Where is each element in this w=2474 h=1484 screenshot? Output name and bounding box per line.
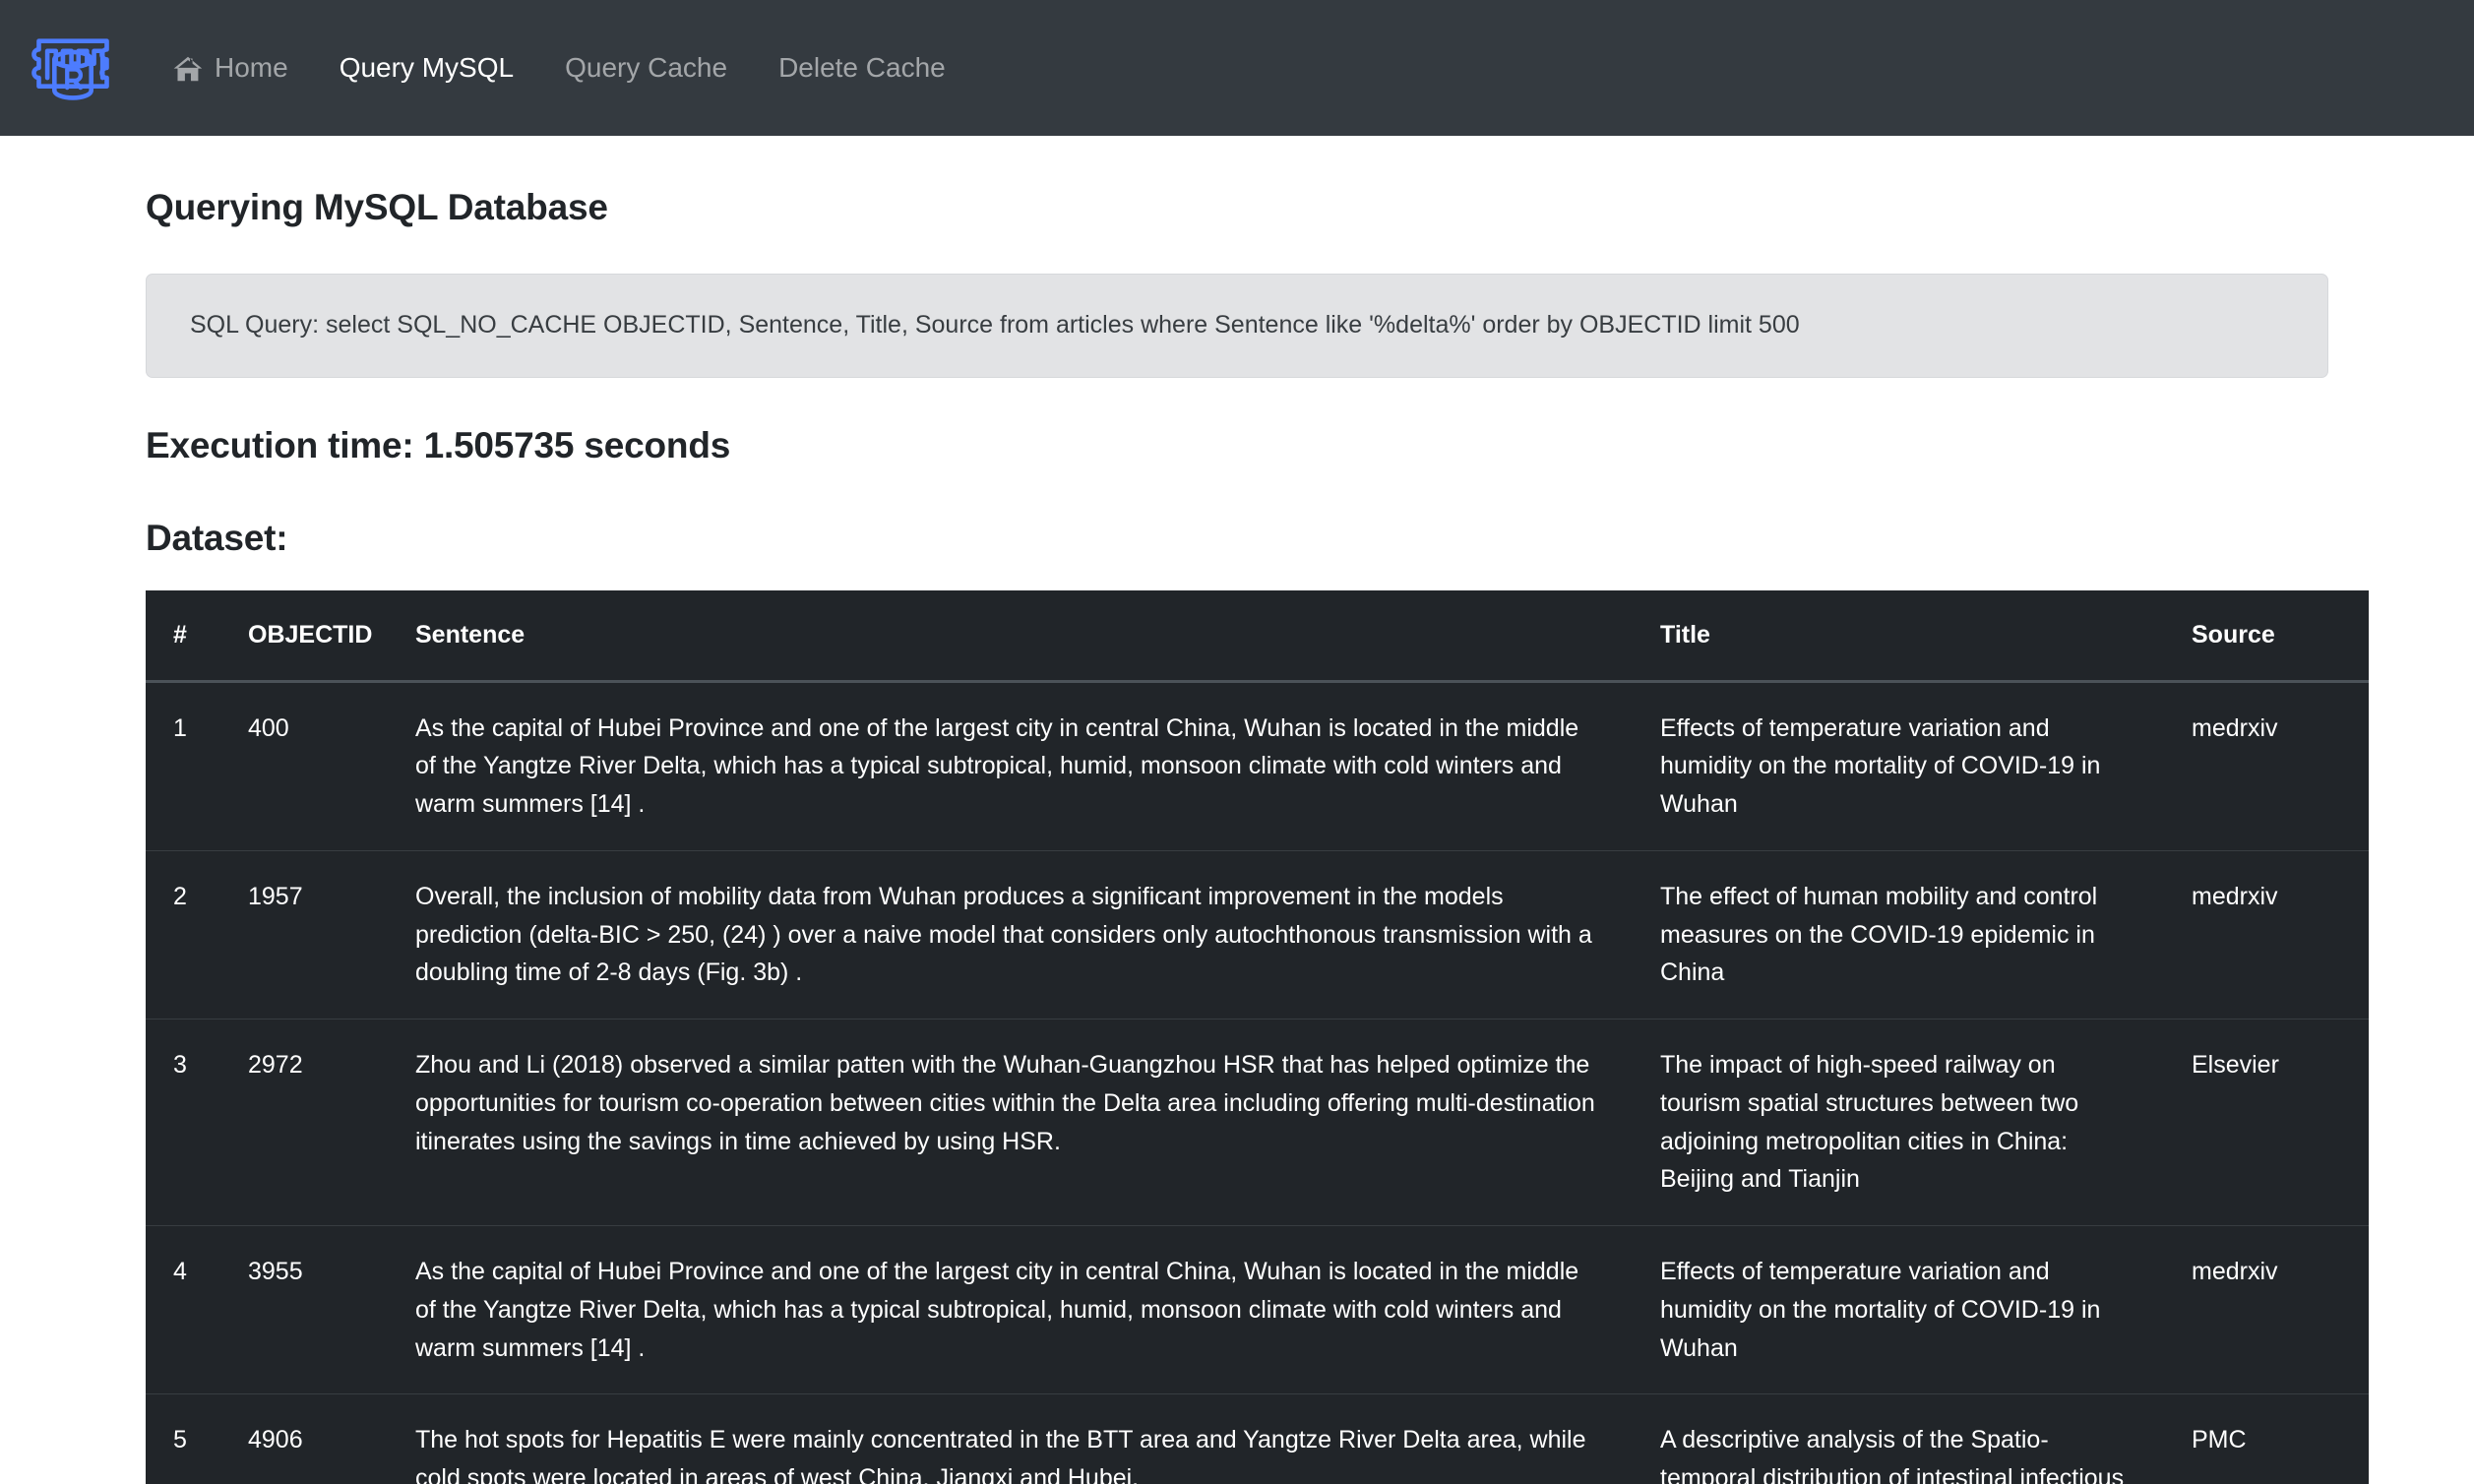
cell-index: 5 <box>146 1394 248 1484</box>
cell-objectid: 2972 <box>248 1020 415 1226</box>
navbar-links: Home Query MySQL Query Cache Delete Cach… <box>148 44 971 92</box>
column-header-sentence: Sentence <box>415 590 1660 682</box>
dataset-table-body: 1 400 As the capital of Hubei Province a… <box>146 681 2369 1484</box>
redis-cache-database-logo-icon <box>28 23 118 113</box>
nav-link-delete-cache[interactable]: Delete Cache <box>753 44 971 92</box>
cell-title: The effect of human mobility and control… <box>1660 850 2192 1019</box>
nav-link-query-mysql-label: Query MySQL <box>340 54 514 82</box>
nav-link-query-cache[interactable]: Query Cache <box>539 44 753 92</box>
cell-title: A descriptive analysis of the Spatio-tem… <box>1660 1394 2192 1484</box>
dataset-table-head: # OBJECTID Sentence Title Source <box>146 590 2369 682</box>
execution-time-heading: Execution time: 1.505735 seconds <box>146 378 2474 466</box>
table-row: 1 400 As the capital of Hubei Province a… <box>146 681 2369 850</box>
cell-objectid: 3955 <box>248 1226 415 1394</box>
page-container: Querying MySQL Database SQL Query: selec… <box>0 136 2474 1484</box>
cell-source: Elsevier <box>2192 1020 2369 1226</box>
cell-title: Effects of temperature variation and hum… <box>1660 681 2192 850</box>
cell-index: 4 <box>146 1226 248 1394</box>
dataset-heading: Dataset: <box>146 466 2474 559</box>
sql-query-alert: SQL Query: select SQL_NO_CACHE OBJECTID,… <box>146 274 2328 378</box>
cell-index: 3 <box>146 1020 248 1226</box>
cell-objectid: 4906 <box>248 1394 415 1484</box>
cell-sentence: The hot spots for Hepatitis E were mainl… <box>415 1394 1660 1484</box>
column-header-title: Title <box>1660 590 2192 682</box>
page-title: Querying MySQL Database <box>146 136 2474 228</box>
column-header-objectid: OBJECTID <box>248 590 415 682</box>
cell-index: 1 <box>146 681 248 850</box>
table-row: 2 1957 Overall, the inclusion of mobilit… <box>146 850 2369 1019</box>
cell-sentence: As the capital of Hubei Province and one… <box>415 1226 1660 1394</box>
nav-link-query-mysql[interactable]: Query MySQL <box>314 44 539 92</box>
cell-index: 2 <box>146 850 248 1019</box>
cell-objectid: 1957 <box>248 850 415 1019</box>
cell-source: PMC <box>2192 1394 2369 1484</box>
nav-link-query-cache-label: Query Cache <box>565 54 727 82</box>
table-header-row: # OBJECTID Sentence Title Source <box>146 590 2369 682</box>
cell-source: medrxiv <box>2192 1226 2369 1394</box>
cell-source: medrxiv <box>2192 850 2369 1019</box>
nav-link-delete-cache-label: Delete Cache <box>778 54 946 82</box>
cell-objectid: 400 <box>248 681 415 850</box>
nav-link-home-label: Home <box>215 54 288 82</box>
table-row: 3 2972 Zhou and Li (2018) observed a sim… <box>146 1020 2369 1226</box>
cell-title: The impact of high-speed railway on tour… <box>1660 1020 2192 1226</box>
dataset-table-wrapper: # OBJECTID Sentence Title Source 1 400 A… <box>146 590 2328 1484</box>
cell-sentence: As the capital of Hubei Province and one… <box>415 681 1660 850</box>
table-row: 5 4906 The hot spots for Hepatitis E wer… <box>146 1394 2369 1484</box>
top-navbar: Home Query MySQL Query Cache Delete Cach… <box>0 0 2474 136</box>
dataset-table: # OBJECTID Sentence Title Source 1 400 A… <box>146 590 2369 1484</box>
cell-sentence: Zhou and Li (2018) observed a similar pa… <box>415 1020 1660 1226</box>
table-row: 4 3955 As the capital of Hubei Province … <box>146 1226 2369 1394</box>
cell-source: medrxiv <box>2192 681 2369 850</box>
nav-link-home[interactable]: Home <box>148 44 314 92</box>
brand-logo-link[interactable] <box>26 21 120 115</box>
home-icon <box>173 56 203 82</box>
cell-sentence: Overall, the inclusion of mobility data … <box>415 850 1660 1019</box>
column-header-index: # <box>146 590 248 682</box>
column-header-source: Source <box>2192 590 2369 682</box>
cell-title: Effects of temperature variation and hum… <box>1660 1226 2192 1394</box>
